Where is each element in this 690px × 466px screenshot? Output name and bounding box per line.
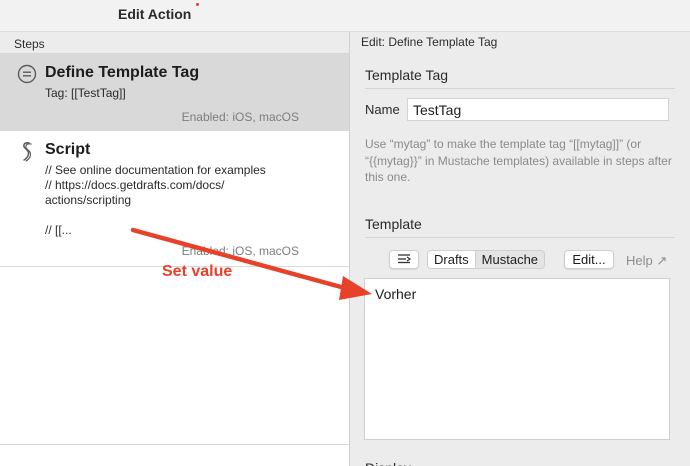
steps-panel: Steps Define Template Tag Tag: [[TestTag… — [0, 32, 350, 466]
empty-step-row — [0, 267, 349, 445]
step-enabled-platforms: Enabled: iOS, macOS — [181, 244, 299, 258]
next-section-title-partial: Display — [365, 460, 411, 466]
template-text-editor[interactable]: Vorher — [364, 278, 670, 440]
edit-template-button[interactable]: Edit... — [564, 250, 614, 269]
text-format-button[interactable] — [389, 250, 419, 269]
steps-header: Steps — [0, 32, 349, 54]
title-bar: Edit Action — [0, 0, 690, 32]
script-icon — [17, 141, 37, 162]
editor-header: Edit: Define Template Tag — [361, 35, 498, 49]
equals-circle-icon — [17, 64, 37, 84]
help-link[interactable]: Help ↗ — [626, 253, 667, 269]
annotation-label: Set value — [162, 263, 233, 280]
section-divider — [365, 88, 675, 89]
tag-name-input[interactable] — [407, 98, 669, 121]
unsaved-indicator-dot — [196, 3, 199, 6]
editor-panel: Edit: Define Template Tag Template Tag N… — [351, 32, 690, 466]
step-script[interactable]: Script // See online documentation for e… — [0, 131, 349, 267]
step-define-template-tag[interactable]: Define Template Tag Tag: [[TestTag]] Ena… — [0, 54, 349, 131]
text-format-icon — [396, 252, 412, 267]
template-tag-section-title: Template Tag — [365, 67, 449, 83]
name-label: Name — [365, 102, 400, 117]
step-enabled-platforms: Enabled: iOS, macOS — [181, 110, 299, 124]
template-section-title: Template — [365, 216, 422, 232]
step-title: Script — [45, 141, 91, 158]
section-divider — [365, 237, 675, 238]
window-title: Edit Action — [118, 6, 192, 22]
step-subtitle: Tag: [[TestTag]] — [45, 86, 126, 100]
segment-drafts[interactable]: Drafts — [428, 251, 476, 268]
template-syntax-segmented-control[interactable]: Drafts Mustache — [427, 250, 546, 269]
segment-mustache[interactable]: Mustache — [476, 251, 544, 268]
template-tag-help-text: Use “mytag” to make the template tag “[[… — [365, 137, 672, 184]
step-script-preview: // See online documentation for examples… — [45, 163, 266, 237]
step-title: Define Template Tag — [45, 64, 200, 81]
